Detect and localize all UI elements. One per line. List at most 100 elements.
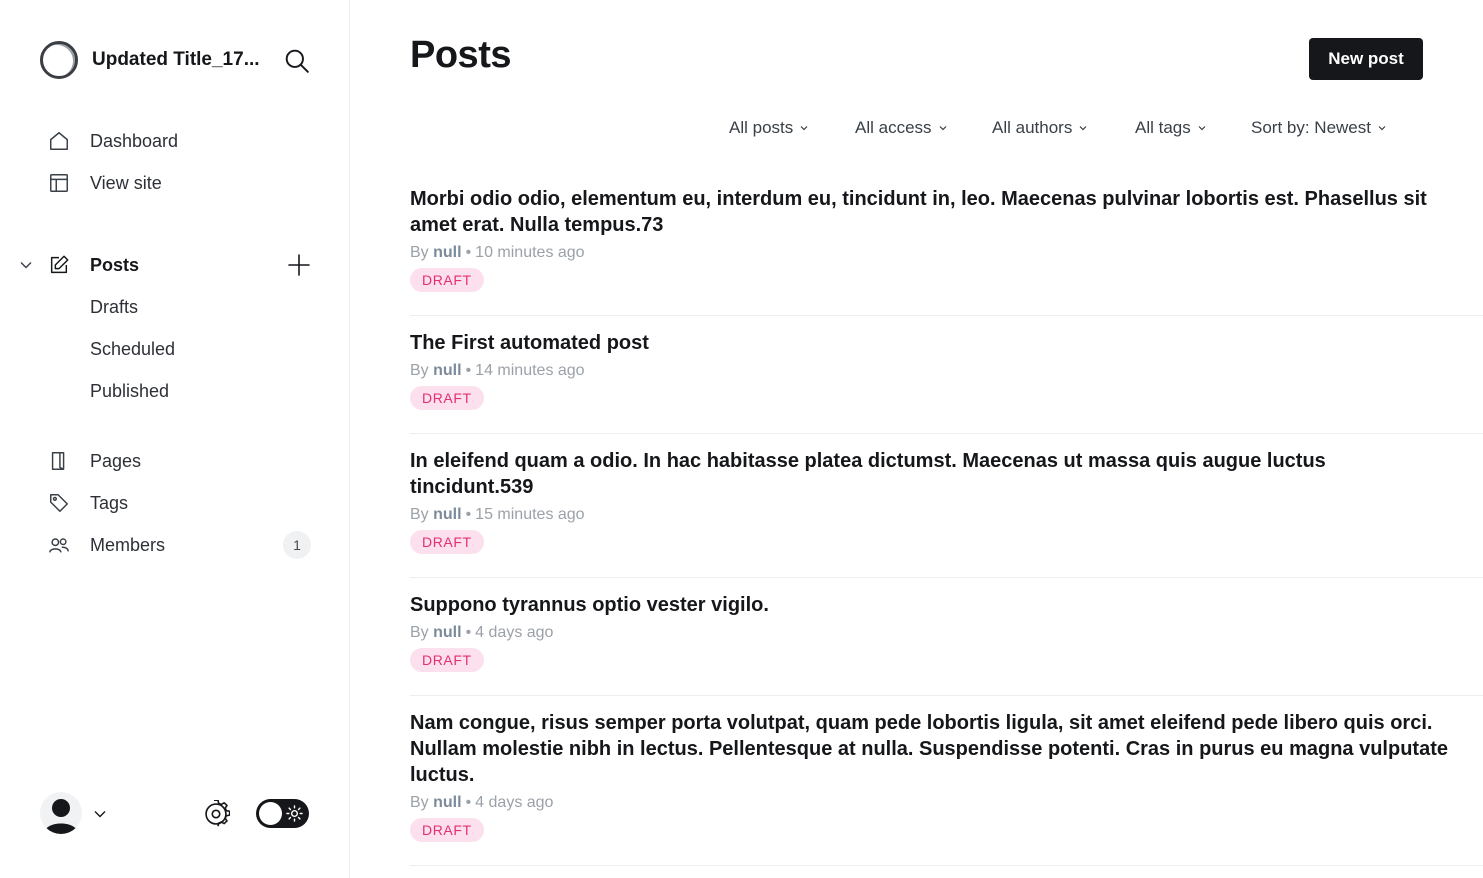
add-post-icon[interactable] — [287, 253, 311, 277]
post-author: null — [433, 362, 462, 379]
post-author: null — [433, 506, 462, 523]
page-title: Posts — [410, 34, 511, 76]
site-title[interactable]: Updated Title_17... — [92, 49, 262, 71]
post-meta: By null • 10 minutes ago — [410, 242, 1483, 264]
post-author: null — [433, 624, 462, 641]
post-list: Morbi odio odio, elementum eu, interdum … — [410, 172, 1483, 866]
by-label: By — [410, 794, 429, 811]
sidebar-item-scheduled[interactable]: Scheduled — [0, 328, 349, 370]
post-row[interactable]: Suppono tyrannus optio vester vigilo. By… — [410, 578, 1483, 696]
site-logo[interactable] — [40, 41, 78, 79]
post-time: 4 days ago — [475, 624, 554, 641]
sidebar-item-posts[interactable]: Posts — [0, 244, 349, 286]
sidebar-item-label: Members — [90, 534, 166, 555]
status-badge: DRAFT — [410, 818, 484, 842]
post-meta: By null • 14 minutes ago — [410, 360, 1483, 382]
post-title[interactable]: Morbi odio odio, elementum eu, interdum … — [410, 186, 1483, 238]
by-label: By — [410, 506, 429, 523]
post-time: 4 days ago — [475, 794, 554, 811]
filter-tags-dropdown[interactable]: All tags — [1135, 118, 1207, 138]
sidebar-item-label: Published — [90, 380, 170, 401]
post-meta: By null • 4 days ago — [410, 622, 1483, 644]
chevron-down-icon — [939, 126, 946, 131]
avatar[interactable] — [40, 792, 82, 834]
sidebar-item-drafts[interactable]: Drafts — [0, 286, 349, 328]
filter-access-dropdown[interactable]: All access — [855, 118, 948, 138]
post-title[interactable]: Suppono tyrannus optio vester vigilo. — [410, 592, 1483, 618]
chevron-down-icon — [1079, 126, 1087, 131]
filter-label: All authors — [992, 118, 1073, 137]
chevron-down-icon[interactable] — [93, 807, 107, 821]
post-title[interactable]: The First automated post — [410, 330, 1483, 356]
chevron-down-icon — [1378, 126, 1386, 131]
post-title[interactable]: In eleifend quam a odio. In hac habitass… — [410, 448, 1483, 500]
chevron-down-icon — [1198, 126, 1206, 131]
post-meta: By null • 15 minutes ago — [410, 504, 1483, 526]
by-label: By — [410, 362, 429, 379]
post-row[interactable]: The First automated post By null • 14 minu… — [410, 316, 1483, 434]
post-row[interactable]: Morbi odio odio, elementum eu, interdum … — [410, 172, 1483, 316]
search-icon[interactable] — [284, 48, 310, 74]
sidebar: Updated Title_17... Dashboard View site — [0, 0, 350, 878]
edit-icon — [50, 255, 69, 274]
filter-type-dropdown[interactable]: All posts — [729, 118, 809, 138]
main-content: Posts New post All posts All access All … — [350, 0, 1483, 878]
sidebar-item-members[interactable]: Members 1 — [0, 524, 349, 566]
post-title[interactable]: Nam congue, risus semper porta volutpat,… — [410, 710, 1483, 788]
sidebar-item-published[interactable]: Published — [0, 370, 349, 412]
sort-dropdown[interactable]: Sort by: Newest — [1251, 118, 1387, 138]
chevron-down-icon[interactable] — [19, 258, 33, 272]
sidebar-item-label: View site — [90, 172, 162, 193]
filter-label: Sort by: Newest — [1251, 118, 1371, 137]
post-meta: By null • 4 days ago — [410, 792, 1483, 814]
post-time: 10 minutes ago — [475, 244, 585, 261]
sidebar-item-label: Scheduled — [90, 338, 176, 359]
sidebar-item-label: Drafts — [90, 296, 139, 317]
gear-icon[interactable] — [202, 800, 230, 828]
sidebar-item-label: Tags — [90, 492, 129, 513]
sun-icon — [286, 805, 303, 822]
meta-separator: • — [465, 362, 472, 379]
sidebar-nav: Dashboard View site Posts Drafts Schedul… — [0, 120, 349, 566]
by-label: By — [410, 244, 429, 261]
new-post-button[interactable]: New post — [1309, 38, 1423, 80]
toggle-knob — [259, 802, 282, 825]
sidebar-item-view-site[interactable]: View site — [0, 162, 349, 204]
post-time: 14 minutes ago — [475, 362, 585, 379]
chevron-down-icon — [800, 126, 808, 131]
tag-icon — [50, 494, 68, 512]
pages-icon — [51, 452, 65, 470]
by-label: By — [410, 624, 429, 641]
layout-icon — [50, 174, 68, 192]
filter-label: All posts — [729, 118, 794, 137]
status-badge: DRAFT — [410, 648, 484, 672]
sidebar-item-label: Dashboard — [90, 130, 179, 151]
filter-label: All tags — [1135, 118, 1191, 137]
home-icon — [50, 132, 68, 150]
status-badge: DRAFT — [410, 268, 484, 292]
sidebar-item-label: Pages — [90, 450, 142, 471]
post-row[interactable]: Nam congue, risus semper porta volutpat,… — [410, 696, 1483, 866]
members-count-badge: 1 — [283, 531, 311, 559]
post-time: 15 minutes ago — [475, 506, 585, 523]
app: Updated Title_17... Dashboard View site — [0, 0, 1483, 878]
post-author: null — [433, 244, 462, 261]
sidebar-item-label: Posts — [90, 254, 140, 275]
sidebar-item-dashboard[interactable]: Dashboard — [0, 120, 349, 162]
meta-separator: • — [465, 506, 472, 523]
user-avatar-icon — [44, 799, 78, 834]
meta-separator: • — [465, 794, 472, 811]
status-badge: DRAFT — [410, 386, 484, 410]
post-row[interactable]: In eleifend quam a odio. In hac habitass… — [410, 434, 1483, 578]
filter-authors-dropdown[interactable]: All authors — [992, 118, 1088, 138]
members-icon — [49, 538, 69, 553]
sidebar-footer — [40, 792, 312, 836]
sidebar-item-tags[interactable]: Tags — [0, 482, 349, 524]
site-header: Updated Title_17... — [40, 40, 312, 80]
filter-label: All access — [855, 118, 932, 137]
theme-toggle[interactable] — [256, 799, 309, 828]
sidebar-item-pages[interactable]: Pages — [0, 440, 349, 482]
post-author: null — [433, 794, 462, 811]
status-badge: DRAFT — [410, 530, 484, 554]
filter-bar: All posts All access All authors All tag… — [350, 118, 1483, 142]
